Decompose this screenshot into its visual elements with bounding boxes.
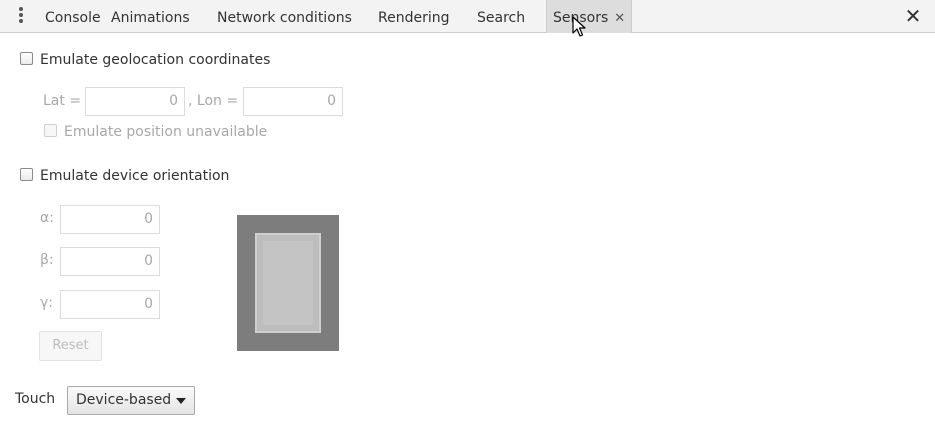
alpha-label: α: <box>40 210 54 226</box>
tab-sensors[interactable]: Sensors ✕ <box>546 0 633 33</box>
tab-console[interactable]: Console <box>45 0 101 33</box>
position-unavailable-row[interactable]: Emulate position unavailable <box>44 122 267 142</box>
lat-input[interactable]: 0 <box>85 87 185 116</box>
drawer-close-button[interactable]: ✕ <box>903 4 923 28</box>
touch-label: Touch <box>15 391 56 407</box>
close-icon[interactable]: ✕ <box>614 1 625 37</box>
emulate-orientation-checkbox[interactable] <box>20 168 33 181</box>
position-unavailable-checkbox[interactable] <box>44 124 57 137</box>
drawer-tabbar: Console Animations Network conditions Re… <box>0 0 935 33</box>
lon-label: , Lon = <box>188 93 239 109</box>
emulate-geolocation-label: Emulate geolocation coordinates <box>40 52 271 68</box>
gamma-label: γ: <box>40 295 54 311</box>
position-unavailable-label: Emulate position unavailable <box>64 124 268 140</box>
emulate-geolocation-checkbox[interactable] <box>20 52 33 65</box>
orientation-device-screen-inner <box>263 241 313 325</box>
devtools-drawer: Console Animations Network conditions Re… <box>0 0 935 421</box>
mouse-cursor-icon <box>572 16 586 37</box>
beta-input[interactable]: 0 <box>60 247 160 276</box>
emulate-orientation-checkbox-row[interactable]: Emulate device orientation <box>20 166 229 186</box>
tab-animations[interactable]: Animations <box>111 0 190 33</box>
kebab-menu-icon[interactable] <box>14 7 28 27</box>
orientation-device-screen <box>255 233 321 333</box>
emulate-orientation-label: Emulate device orientation <box>40 168 230 184</box>
alpha-input[interactable]: 0 <box>60 205 160 234</box>
lat-label: Lat = <box>43 93 82 109</box>
emulate-geolocation-checkbox-row[interactable]: Emulate geolocation coordinates <box>20 50 270 70</box>
tab-search[interactable]: Search <box>477 0 525 33</box>
triangle-down-icon <box>176 398 186 404</box>
lon-input[interactable]: 0 <box>243 87 343 116</box>
reset-button[interactable]: Reset <box>39 331 102 361</box>
orientation-preview[interactable] <box>237 215 339 351</box>
gamma-input[interactable]: 0 <box>60 290 160 319</box>
tab-network-conditions[interactable]: Network conditions <box>217 0 352 33</box>
beta-label: β: <box>40 252 54 268</box>
touch-select[interactable]: Device-based <box>67 386 195 415</box>
touch-select-value: Device-based <box>76 392 172 408</box>
tab-rendering[interactable]: Rendering <box>378 0 450 33</box>
